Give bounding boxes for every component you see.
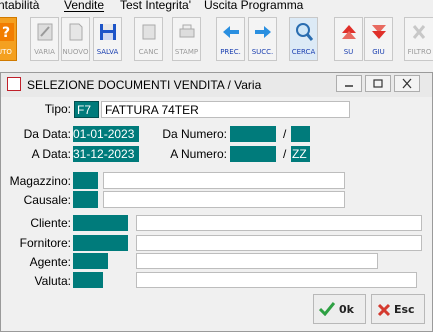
a-data-value: 31-12-2023 <box>73 147 135 161</box>
tipo-code-field[interactable]: F7 <box>74 101 99 118</box>
close-button[interactable] <box>394 75 420 92</box>
valuta-label: Valuta: <box>34 274 71 288</box>
giu-button-label: GIU <box>372 48 385 56</box>
a-numero-separator: / <box>283 147 287 161</box>
menu-vendite[interactable]: Vendite <box>64 0 104 12</box>
a-numero-field[interactable] <box>230 146 276 162</box>
da-data-value: 01-01-2023 <box>73 127 135 141</box>
floppy-disk-icon <box>100 24 116 40</box>
dialog-title: SELEZIONE DOCUMENTI VENDITA / Varia <box>27 78 262 92</box>
esc-button[interactable]: Esc <box>371 294 425 324</box>
svg-text:?: ? <box>2 25 10 41</box>
arrow-down-icon <box>372 25 386 39</box>
salva-button-label: SALVA <box>96 48 119 56</box>
fornitore-code-field[interactable] <box>73 235 128 251</box>
su-button-label: SU <box>343 48 354 56</box>
arrow-left-icon <box>223 26 239 38</box>
filtro-button-label: FILTRO <box>407 48 432 56</box>
succ-button[interactable]: SUCC. <box>248 17 277 61</box>
cerca-button-label: CERCA <box>291 48 316 56</box>
ok-button-label: 0k <box>339 303 354 316</box>
prec-button[interactable]: PREC. <box>216 17 245 61</box>
varia-button[interactable]: VARIA <box>30 17 59 61</box>
dialog-titlebar: SELEZIONE DOCUMENTI VENDITA / Varia <box>1 73 432 97</box>
auto-button[interactable]: ? UTO <box>0 17 17 61</box>
valuta-description-field[interactable] <box>136 272 417 288</box>
menu-vendite-label: Vendite <box>64 0 105 12</box>
canc-button-label: CANC <box>138 48 159 56</box>
auto-button-label: UTO <box>0 48 12 56</box>
valuta-code-field[interactable] <box>73 272 103 288</box>
filter-icon <box>412 25 426 39</box>
a-data-field[interactable]: 31-12-2023 <box>73 146 139 162</box>
stamp-button-label: STAMP <box>174 48 199 56</box>
nuovo-button-label: NUOVO <box>62 48 89 56</box>
causale-label: Causale: <box>23 193 71 207</box>
arrow-up-icon <box>342 25 356 39</box>
edit-icon <box>37 23 53 41</box>
tipo-code-value: F7 <box>77 103 92 117</box>
agente-description-field[interactable] <box>136 253 378 269</box>
stamp-button[interactable]: STAMP <box>172 17 201 61</box>
arrow-right-icon <box>255 26 271 38</box>
filtro-button[interactable]: FILTRO <box>404 17 433 61</box>
da-data-label: Da Data: <box>23 127 71 141</box>
tipo-description-value: FATTURA 74TER <box>105 103 199 117</box>
prec-button-label: PREC. <box>220 48 241 56</box>
a-numero-suffix-value: ZZ <box>292 147 307 161</box>
toolbar: ? UTO VARIA NUOVO SALVA CANC STAMP PREC.… <box>0 16 433 64</box>
menu-bar: ntabilità Vendite Test Integrita' Uscita… <box>0 0 433 16</box>
salva-button[interactable]: SALVA <box>93 17 122 61</box>
magazzino-description-field[interactable] <box>103 172 345 189</box>
canc-button[interactable]: CANC <box>134 17 163 61</box>
tipo-description-field[interactable]: FATTURA 74TER <box>101 101 350 118</box>
da-numero-label: Da Numero: <box>162 127 227 141</box>
da-numero-field[interactable] <box>230 126 276 142</box>
su-button[interactable]: SU <box>334 17 363 61</box>
cliente-label: Cliente: <box>30 216 71 230</box>
a-numero-suffix-field[interactable]: ZZ <box>291 146 310 162</box>
fornitore-label: Fornitore: <box>19 236 71 250</box>
magnifier-icon <box>296 23 313 41</box>
cliente-code-field[interactable] <box>73 215 128 231</box>
cliente-description-field[interactable] <box>136 215 422 231</box>
nuovo-button[interactable]: NUOVO <box>61 17 90 61</box>
da-numero-suffix-field[interactable] <box>291 126 310 142</box>
delete-icon <box>142 24 156 40</box>
printer-icon <box>179 24 195 38</box>
giu-button[interactable]: GIU <box>364 17 393 61</box>
magazzino-label: Magazzino: <box>9 174 71 188</box>
cancel-x-icon <box>377 303 391 317</box>
menu-test-integrita[interactable]: Test Integrita' <box>120 0 191 12</box>
fornitore-description-field[interactable] <box>136 235 422 251</box>
app-icon <box>7 77 21 91</box>
agente-code-field[interactable] <box>73 253 108 269</box>
cerca-button[interactable]: CERCA <box>289 17 318 61</box>
causale-description-field[interactable] <box>103 191 345 208</box>
question-icon: ? <box>0 23 14 41</box>
ok-button[interactable]: 0k <box>313 294 366 324</box>
a-data-label: A Data: <box>31 147 71 161</box>
maximize-icon <box>373 79 383 88</box>
a-numero-label: A Numero: <box>170 147 227 161</box>
da-numero-separator: / <box>283 127 287 141</box>
magazzino-code-field[interactable] <box>73 172 98 189</box>
menu-contabilita[interactable]: ntabilità <box>0 0 39 12</box>
tipo-label: Tipo: <box>44 102 71 116</box>
da-data-field[interactable]: 01-01-2023 <box>73 126 139 142</box>
minimize-icon <box>345 85 353 87</box>
menu-uscita-programma[interactable]: Uscita Programma <box>204 0 303 12</box>
succ-button-label: SUCC. <box>251 48 274 56</box>
minimize-button[interactable] <box>336 75 362 92</box>
esc-button-label: Esc <box>394 303 415 316</box>
maximize-button[interactable] <box>365 75 391 92</box>
varia-button-label: VARIA <box>34 48 55 56</box>
causale-code-field[interactable] <box>73 191 98 208</box>
agente-label: Agente: <box>29 255 71 269</box>
close-icon <box>402 78 412 89</box>
checkmark-icon <box>319 302 335 316</box>
new-document-icon <box>69 23 83 41</box>
